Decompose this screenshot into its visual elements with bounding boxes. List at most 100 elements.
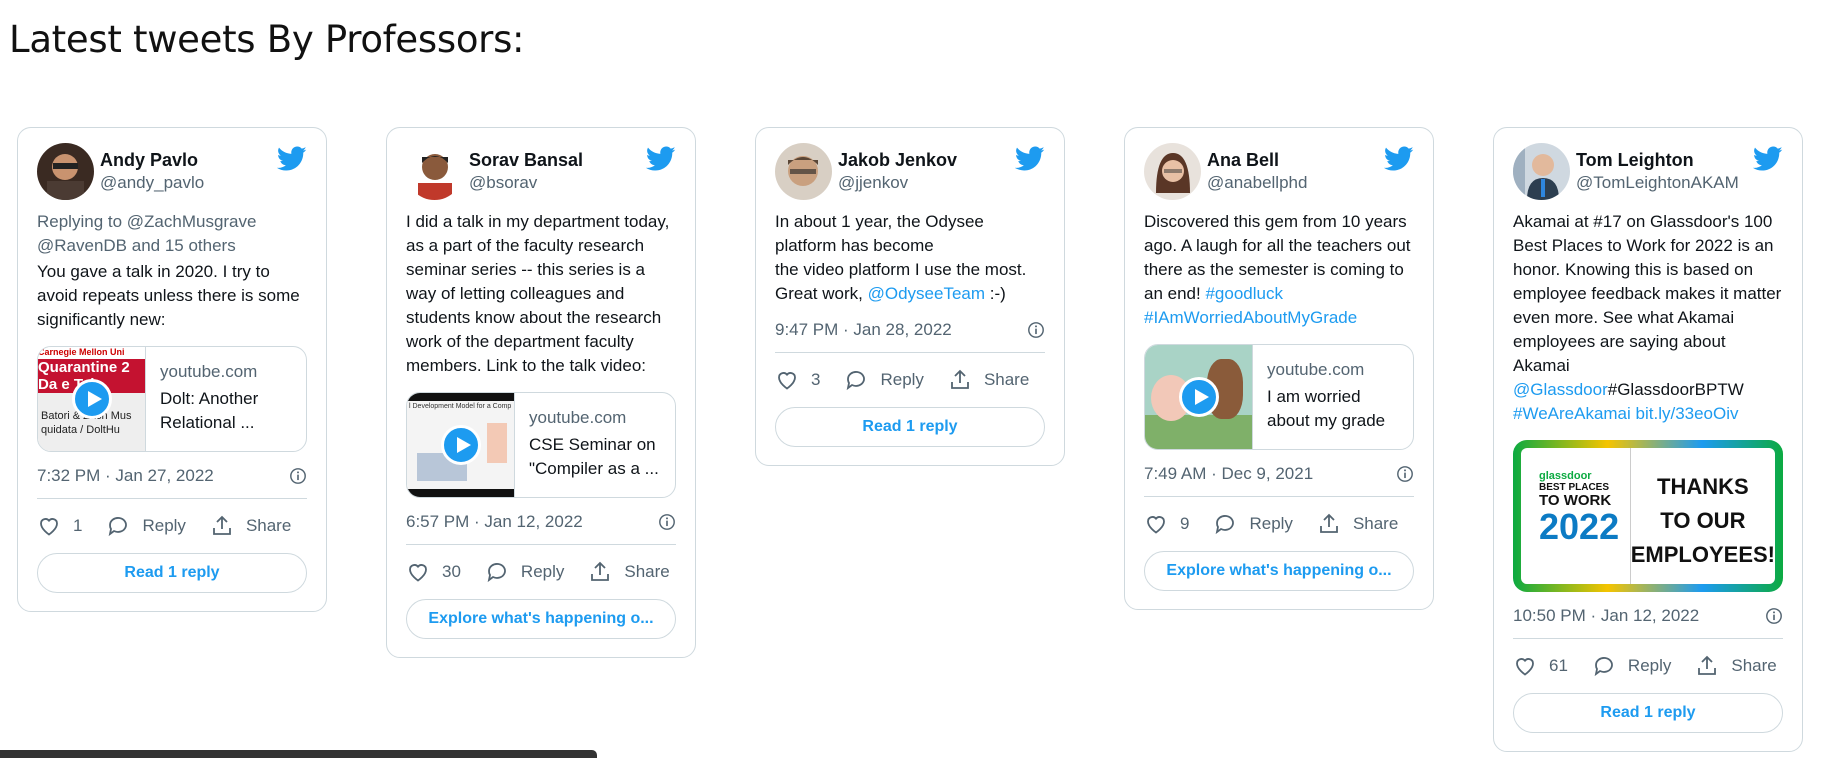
author-handle[interactable]: @bsorav (469, 172, 646, 194)
tweet-card-sorav-bansal[interactable]: Sorav Bansal @bsorav I did a talk in my … (386, 127, 696, 658)
author-handle[interactable]: @andy_pavlo (100, 172, 277, 194)
author-handle[interactable]: @TomLeightonAKAM (1576, 172, 1753, 194)
share-button[interactable]: Share (210, 514, 291, 538)
author-name[interactable]: Sorav Bansal (469, 148, 646, 172)
author-name[interactable]: Tom Leighton (1576, 148, 1753, 172)
info-icon[interactable] (1765, 607, 1783, 625)
read-reply-button[interactable]: Read 1 reply (37, 553, 307, 593)
tweet-card-jakob-jenkov[interactable]: Jakob Jenkov @jjenkov In about 1 year, t… (755, 127, 1065, 466)
tweet-card-andy-pavlo[interactable]: Andy Pavlo @andy_pavlo Replying to @Zach… (17, 127, 327, 612)
share-label: Share (1352, 514, 1399, 533)
horizontal-scrollbar[interactable] (0, 750, 597, 758)
reply-icon (1594, 657, 1613, 677)
link-card[interactable]: l Development Model for a Comp youtube.c… (406, 392, 676, 498)
info-icon[interactable] (1396, 465, 1414, 483)
twitter-bird-icon[interactable] (1384, 146, 1414, 172)
play-icon[interactable] (440, 425, 481, 465)
link-card[interactable]: youtube.com I am worried about my grade (1144, 344, 1414, 450)
author-name[interactable]: Ana Bell (1207, 148, 1384, 172)
twitter-bird-icon[interactable] (1753, 146, 1783, 172)
author-name[interactable]: Jakob Jenkov (838, 148, 1015, 172)
info-icon[interactable] (289, 467, 307, 485)
share-button[interactable]: Share (1695, 654, 1777, 678)
share-icon (1698, 655, 1717, 675)
author-name[interactable]: Andy Pavlo (100, 148, 277, 172)
like-count: 30 (442, 562, 461, 581)
author-handle[interactable]: @anabellphd (1207, 172, 1384, 194)
tweet-card-ana-bell[interactable]: Ana Bell @anabellphd Discovered this gem… (1124, 127, 1434, 610)
play-icon[interactable] (1178, 377, 1219, 417)
heart-icon (778, 372, 796, 390)
video-thumbnail[interactable]: Carnegie Mellon Uni Quarantine 2 Da e Ta… (38, 347, 146, 451)
video-thumbnail[interactable]: l Development Model for a Comp (407, 393, 515, 497)
avatar[interactable] (406, 142, 463, 200)
like-count: 1 (73, 516, 83, 535)
heart-icon (1516, 658, 1534, 676)
author-handle[interactable]: @jjenkov (838, 172, 1015, 194)
thumb-caption: l Development Model for a Comp (409, 403, 512, 410)
share-button[interactable]: Share (948, 368, 1029, 392)
tweet-image[interactable]: glassdoor BEST PLACES TO WORK 2022 THANK… (1513, 440, 1783, 592)
reply-label: Reply (1627, 656, 1672, 675)
hashtag-link[interactable]: #IAmWorriedAboutMyGrade (1144, 308, 1357, 327)
reply-label: Reply (142, 516, 186, 535)
reply-label: Reply (1249, 514, 1293, 533)
card-domain: youtube.com (529, 408, 627, 427)
reply-button[interactable]: Reply (1213, 512, 1293, 536)
avatar[interactable] (1513, 142, 1570, 200)
share-button[interactable]: Share (1317, 512, 1398, 536)
tweet-text-tail: :-) (985, 284, 1006, 303)
tweet-timestamp[interactable]: 7:32 PM · Jan 27, 2022 (37, 466, 214, 486)
twitter-bird-icon[interactable] (646, 146, 676, 172)
hashtag-text[interactable]: #GlassdoorBPTW (1608, 380, 1744, 399)
share-icon (951, 369, 969, 389)
thumb-caption: Quarantine 2 (38, 359, 130, 376)
explore-button[interactable]: Explore what's happening o... (1144, 551, 1414, 591)
tweet-text: In about 1 year, the Odysee platform has… (775, 210, 1045, 306)
explore-button[interactable]: Explore what's happening o... (406, 599, 676, 639)
replying-to[interactable]: Replying to @ZachMusgrave @RavenDB and 1… (37, 210, 307, 258)
like-button[interactable]: 1 (37, 514, 82, 538)
like-button[interactable]: 3 (775, 368, 820, 392)
mention-link[interactable]: @OdyseeTeam (868, 284, 985, 303)
tweet-text: Akamai at #17 on Glassdoor's 100 Best Pl… (1513, 210, 1783, 426)
share-button[interactable]: Share (588, 560, 670, 584)
reply-button[interactable]: Reply (1592, 654, 1671, 678)
mention-link[interactable]: @Glassdoor (1513, 380, 1608, 399)
share-label: Share (983, 370, 1030, 389)
like-button[interactable]: 30 (406, 560, 461, 584)
reply-button[interactable]: Reply (485, 560, 564, 584)
read-reply-button[interactable]: Read 1 reply (1513, 693, 1783, 733)
tweet-timestamp[interactable]: 10:50 PM · Jan 12, 2022 (1513, 606, 1699, 626)
read-reply-button[interactable]: Read 1 reply (775, 407, 1045, 447)
like-button[interactable]: 61 (1513, 654, 1568, 678)
play-icon[interactable] (71, 379, 112, 419)
tweet-card-tom-leighton[interactable]: Tom Leighton @TomLeightonAKAM Akamai at … (1493, 127, 1803, 752)
card-title: CSE Seminar on "Compiler as a ... (529, 435, 659, 478)
like-button[interactable]: 9 (1144, 512, 1189, 536)
card-domain: youtube.com (1267, 360, 1365, 379)
reply-icon (487, 563, 506, 583)
heart-icon (40, 518, 58, 536)
share-icon (1320, 513, 1338, 533)
heart-icon (1147, 516, 1165, 534)
reply-label: Reply (880, 370, 924, 389)
video-thumbnail[interactable] (1145, 345, 1253, 449)
info-icon[interactable] (658, 513, 676, 531)
avatar[interactable] (1144, 142, 1201, 200)
tweet-timestamp[interactable]: 6:57 PM · Jan 12, 2022 (406, 512, 583, 532)
reply-button[interactable]: Reply (844, 368, 924, 392)
twitter-bird-icon[interactable] (277, 146, 307, 172)
hashtag-link[interactable]: #goodluck (1205, 284, 1283, 303)
twitter-bird-icon[interactable] (1015, 146, 1045, 172)
info-icon[interactable] (1027, 321, 1045, 339)
avatar[interactable] (37, 142, 94, 200)
hashtag-link[interactable]: #WeAreAkamai bit.ly/33eoOiv (1513, 404, 1739, 423)
tweet-timestamp[interactable]: 9:47 PM · Jan 28, 2022 (775, 320, 952, 340)
tweet-timestamp[interactable]: 7:49 AM · Dec 9, 2021 (1144, 464, 1313, 484)
link-card[interactable]: Carnegie Mellon Uni Quarantine 2 Da e Ta… (37, 346, 307, 452)
avatar[interactable] (775, 142, 832, 200)
reply-button[interactable]: Reply (106, 514, 186, 538)
share-icon (591, 561, 610, 581)
card-domain: youtube.com (160, 362, 258, 381)
